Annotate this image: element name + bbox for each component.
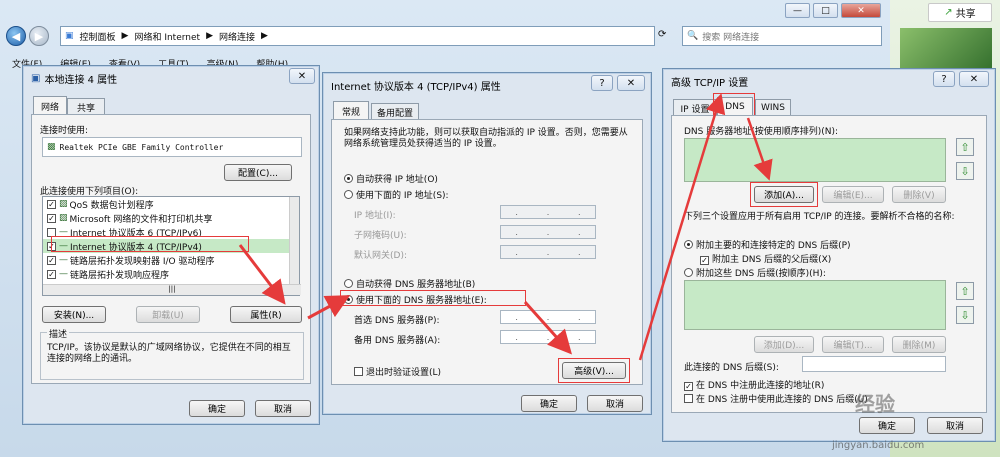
arrow-to-properties: [238, 244, 286, 305]
arrow-to-ipv4-dialog: [307, 295, 351, 320]
arrow-to-advanced: [523, 300, 573, 355]
tutorial-arrows: [238, 93, 773, 361]
arrow-to-dns-tab: [638, 93, 726, 361]
arrow-to-add: [746, 117, 773, 181]
watermark-url: jingyan.baidu.com: [832, 440, 925, 451]
watermark-logo: 经验: [855, 392, 895, 416]
